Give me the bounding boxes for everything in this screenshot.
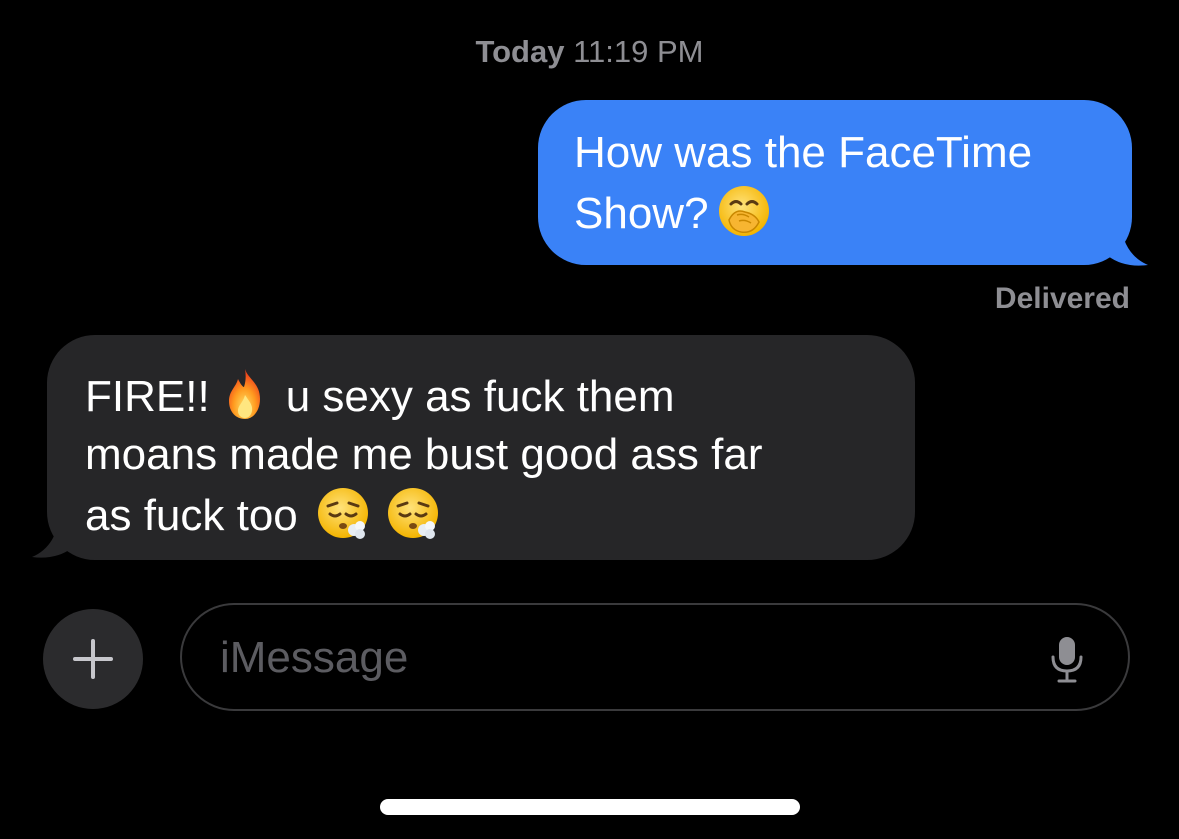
- message-line-with-emoji: Show?: [574, 182, 1102, 243]
- face-exhaling-icon: [314, 484, 372, 542]
- outgoing-message-bubble[interactable]: How was the FaceTime Show?: [538, 100, 1132, 265]
- message-line: Show?: [574, 189, 709, 238]
- microphone-icon[interactable]: [1050, 635, 1084, 685]
- timestamp-day: Today: [475, 34, 565, 69]
- incoming-bubble-tail: [32, 510, 72, 558]
- message-line: u sexy as fuck them: [285, 372, 675, 421]
- timestamp-time: 11:19 PM: [573, 34, 704, 69]
- incoming-message-bubble[interactable]: FIRE!! u sexy as fuck them moans made me…: [47, 335, 915, 560]
- add-attachment-button[interactable]: [43, 609, 143, 709]
- face-with-hand-over-mouth-icon: [715, 182, 773, 240]
- message-line: How was the FaceTime: [574, 128, 1033, 177]
- message-line: moans made me bust good ass far: [85, 430, 763, 479]
- fire-icon: [216, 365, 274, 423]
- delivery-status: Delivered: [994, 282, 1130, 315]
- message-line-with-emoji: as fuck too: [85, 484, 885, 545]
- message-input-placeholder: iMessage: [220, 633, 409, 682]
- conversation-timestamp: Today 11:19 PM: [0, 34, 1179, 70]
- message-line: FIRE!!: [85, 372, 210, 421]
- face-exhaling-icon: [384, 484, 442, 542]
- message-input[interactable]: iMessage: [180, 603, 1130, 711]
- home-indicator[interactable]: [380, 799, 800, 815]
- message-line-with-emoji: FIRE!! u sexy as fuck them: [85, 365, 885, 426]
- outgoing-bubble-tail: [1108, 218, 1148, 266]
- plus-icon: [73, 639, 113, 679]
- message-line: as fuck too: [85, 491, 298, 540]
